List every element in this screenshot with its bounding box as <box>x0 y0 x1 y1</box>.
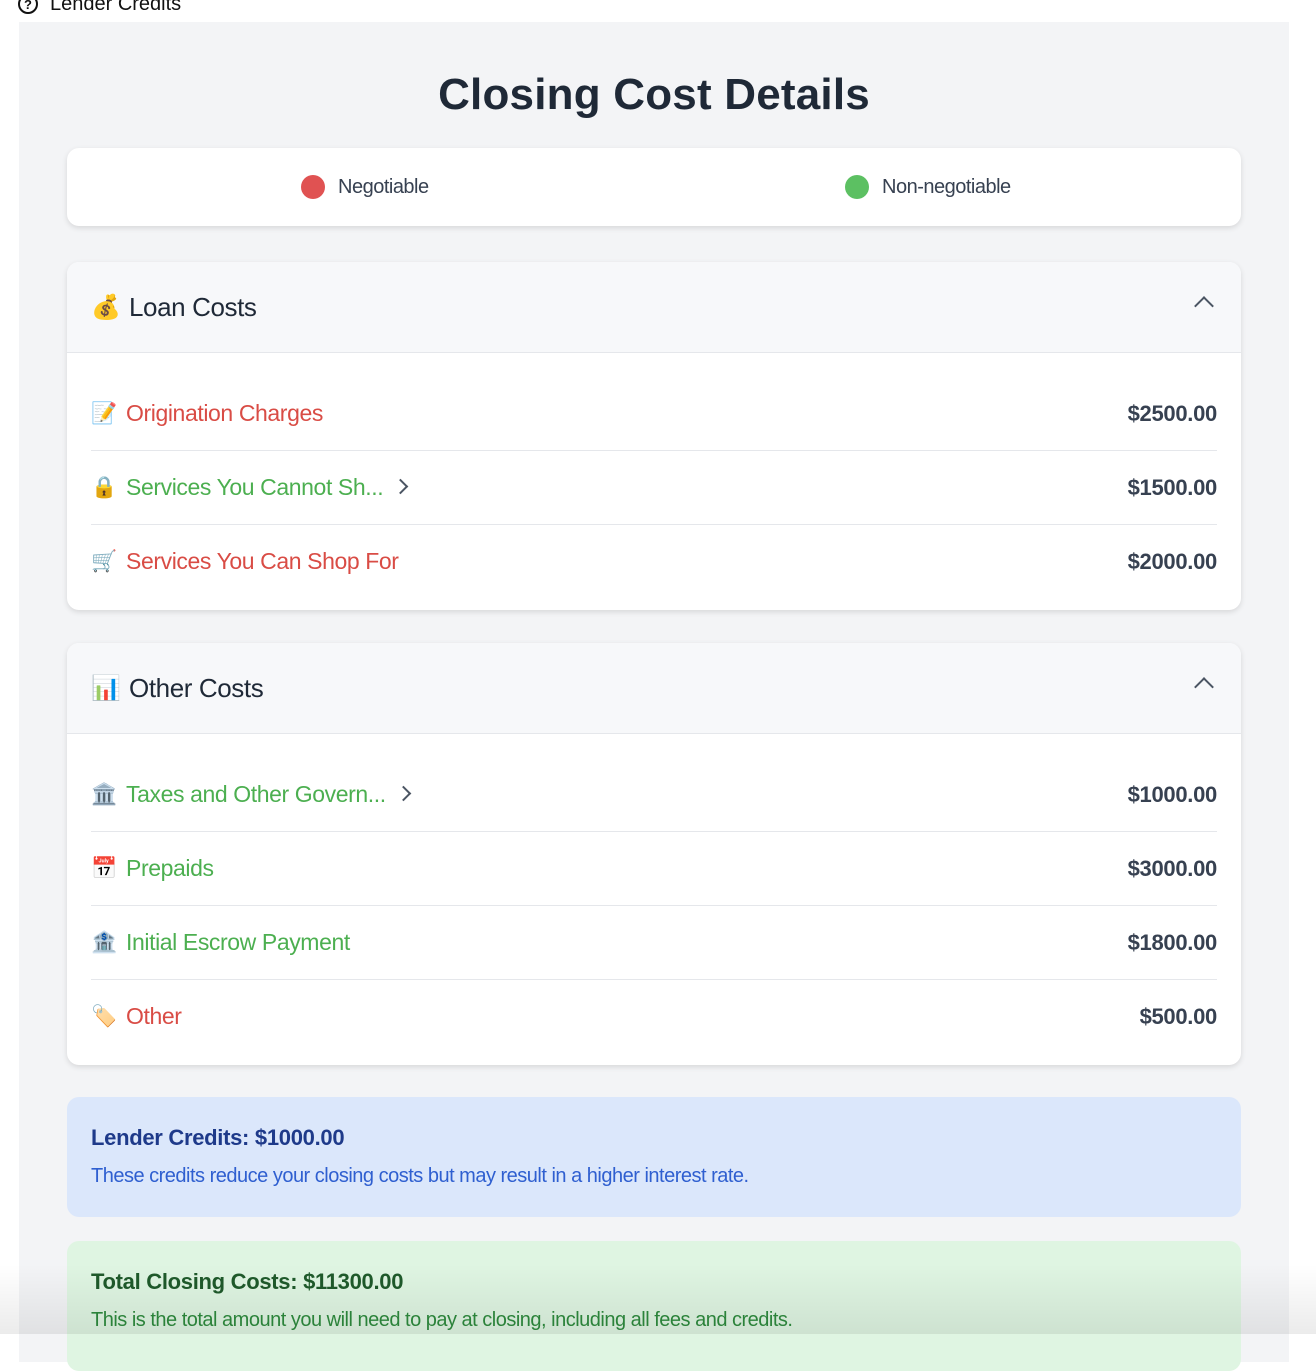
legend-non-negotiable-label: Non-negotiable <box>882 176 1011 199</box>
cost-row-amount: $3000.00 <box>1128 856 1217 882</box>
cost-row-amount: $2500.00 <box>1128 401 1217 427</box>
cost-row-label: Taxes and Other Govern... <box>126 781 386 807</box>
cost-row-services-cannot-shop[interactable]: 🔒 Services You Cannot Sh... $1500.00 <box>91 451 1217 525</box>
lender-credits-tab[interactable]: ? Lender Credits <box>18 0 181 20</box>
cost-row-amount: $500.00 <box>1140 1004 1217 1030</box>
total-closing-costs-title: Total Closing Costs: $11300.00 <box>91 1269 1217 1295</box>
lender-credits-title: Lender Credits: $1000.00 <box>91 1125 1217 1151</box>
shopping-cart-icon: 🛒 <box>91 550 117 574</box>
closing-cost-panel: Closing Cost Details Negotiable Non-nego… <box>19 22 1289 1362</box>
cost-row-origination[interactable]: 📝 Origination Charges $2500.00 <box>91 377 1217 451</box>
legend: Negotiable Non-negotiable <box>67 148 1241 226</box>
cost-row-services-can-shop[interactable]: 🛒 Services You Can Shop For $2000.00 <box>91 525 1217 598</box>
legend-negotiable-label: Negotiable <box>338 176 429 199</box>
cost-row-label: Other <box>126 1003 182 1030</box>
non-negotiable-dot-icon <box>845 175 869 199</box>
cost-row-other[interactable]: 🏷️ Other $500.00 <box>91 980 1217 1053</box>
tag-icon: 🏷️ <box>91 1005 117 1029</box>
lock-icon: 🔒 <box>91 476 117 500</box>
cost-row-amount: $1800.00 <box>1128 930 1217 956</box>
loan-costs-title: Loan Costs <box>129 292 257 323</box>
chevron-up-icon[interactable] <box>1194 296 1214 316</box>
legend-non-negotiable: Non-negotiable <box>845 175 1011 199</box>
cost-row-label: Prepaids <box>126 855 214 882</box>
lender-credits-box: Lender Credits: $1000.00 These credits r… <box>67 1097 1241 1217</box>
loan-costs-section: 💰 Loan Costs 📝 Origination Charges $2500… <box>67 262 1241 610</box>
memo-icon: 📝 <box>91 402 117 426</box>
lender-credits-tab-label: Lender Credits <box>50 0 181 16</box>
other-costs-title: Other Costs <box>129 673 263 704</box>
bank-icon: 🏦 <box>91 931 117 955</box>
cost-row-taxes[interactable]: 🏛️ Taxes and Other Govern... $1000.00 <box>91 758 1217 832</box>
calendar-icon: 📅 <box>91 857 117 881</box>
cost-row-escrow[interactable]: 🏦 Initial Escrow Payment $1800.00 <box>91 906 1217 980</box>
total-closing-costs-box: Total Closing Costs: $11300.00 This is t… <box>67 1241 1241 1371</box>
cost-row-label-wrap: Services You Cannot Sh... <box>126 474 406 501</box>
cost-row-label: Origination Charges <box>126 400 323 427</box>
negotiable-dot-icon <box>301 175 325 199</box>
lender-credits-text: These credits reduce your closing costs … <box>91 1165 1217 1188</box>
cost-row-label: Initial Escrow Payment <box>126 929 350 956</box>
cost-row-amount: $1500.00 <box>1128 475 1217 501</box>
cost-row-label: Services You Cannot Sh... <box>126 474 383 500</box>
total-closing-costs-text: This is the total amount you will need t… <box>91 1309 1217 1332</box>
cost-row-prepaids[interactable]: 📅 Prepaids $3000.00 <box>91 832 1217 906</box>
cost-row-label: Services You Can Shop For <box>126 548 399 575</box>
chevron-right-icon[interactable] <box>393 479 409 495</box>
cost-row-label-wrap: Taxes and Other Govern... <box>126 781 409 808</box>
money-bag-icon: 💰 <box>91 293 121 322</box>
chevron-up-icon[interactable] <box>1194 677 1214 697</box>
loan-costs-header[interactable]: 💰 Loan Costs <box>67 262 1241 353</box>
chevron-right-icon[interactable] <box>395 786 411 802</box>
legend-negotiable: Negotiable <box>301 175 429 199</box>
classical-building-icon: 🏛️ <box>91 783 117 807</box>
bar-chart-icon: 📊 <box>91 674 121 703</box>
other-costs-header[interactable]: 📊 Other Costs <box>67 643 1241 734</box>
other-costs-section: 📊 Other Costs 🏛️ Taxes and Other Govern.… <box>67 643 1241 1065</box>
cost-row-amount: $1000.00 <box>1128 782 1217 808</box>
cost-row-amount: $2000.00 <box>1128 549 1217 575</box>
page-title: Closing Cost Details <box>19 70 1289 120</box>
question-circle-icon: ? <box>18 0 38 14</box>
